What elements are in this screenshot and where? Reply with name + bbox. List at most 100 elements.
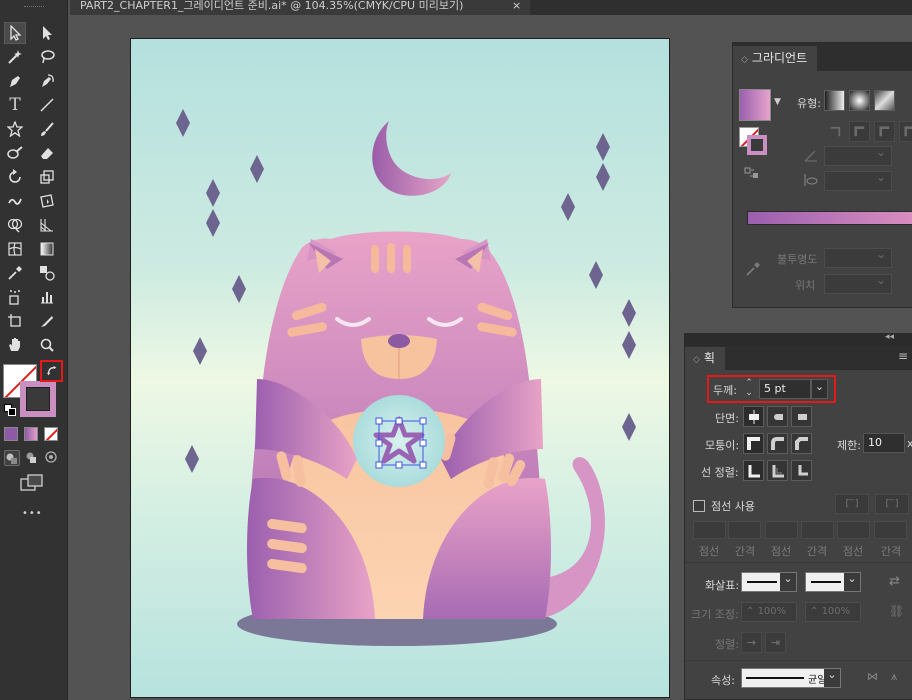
- eyedropper-icon[interactable]: [4, 262, 26, 284]
- align-inside-icon[interactable]: [767, 460, 788, 481]
- flip-along-icon[interactable]: ⋈: [867, 670, 878, 683]
- zoom-icon[interactable]: [36, 334, 58, 356]
- gap-field-1[interactable]: [728, 521, 761, 539]
- bevel-join-icon[interactable]: [791, 433, 812, 454]
- pen-icon[interactable]: [4, 70, 26, 92]
- gap-field-3[interactable]: [874, 521, 907, 539]
- symbol-sprayer-icon[interactable]: [4, 286, 26, 308]
- radial-gradient-icon[interactable]: [849, 90, 870, 111]
- stroke-panel-tab[interactable]: ◇ 획: [685, 347, 725, 370]
- toolbar-grip[interactable]: [24, 6, 44, 8]
- stroke-swatch[interactable]: [20, 381, 56, 417]
- rotate-icon[interactable]: [4, 166, 26, 188]
- gradient-location-field[interactable]: [824, 273, 892, 294]
- scale-icon[interactable]: [36, 166, 58, 188]
- screen-mode-icon[interactable]: [20, 474, 44, 492]
- swap-arrowheads-icon[interactable]: ⇄: [889, 574, 900, 589]
- gradient-aspect-field[interactable]: [824, 170, 892, 191]
- dash-preserve-icon[interactable]: [ ̄ ̄]: [835, 494, 869, 514]
- gradient-opacity-field[interactable]: [824, 247, 892, 268]
- mesh-icon[interactable]: [4, 238, 26, 260]
- projecting-cap-icon[interactable]: [791, 406, 812, 427]
- draw-inside-icon[interactable]: [44, 450, 60, 466]
- gap-field-2[interactable]: [801, 521, 834, 539]
- reverse-gradient-icon[interactable]: [744, 165, 760, 181]
- align-center-icon[interactable]: [743, 460, 764, 481]
- type-icon[interactable]: T: [4, 94, 26, 116]
- dash-field-1[interactable]: [693, 521, 726, 539]
- gradient-opacity-label: 불투명도: [777, 253, 818, 266]
- end-arrowhead-dropdown[interactable]: ⌄: [805, 572, 861, 592]
- dash-field-2[interactable]: [765, 521, 798, 539]
- stroke-gradient-across-icon[interactable]: [874, 121, 895, 142]
- warp-icon[interactable]: [4, 190, 26, 212]
- round-cap-icon[interactable]: [767, 406, 788, 427]
- stroke-panel-header: ◂◂: [685, 332, 912, 346]
- close-tab-icon[interactable]: ×: [512, 0, 521, 12]
- align-outside-icon[interactable]: [791, 460, 812, 481]
- color-mode-swatch[interactable]: [4, 427, 18, 441]
- stroke-gradient-within-icon[interactable]: [824, 121, 845, 142]
- default-colors-icon[interactable]: [4, 404, 16, 416]
- start-arrowhead-dropdown[interactable]: ⌄: [741, 572, 797, 592]
- butt-cap-icon[interactable]: [743, 406, 764, 427]
- artboard-icon[interactable]: [4, 310, 26, 332]
- miter-limit-field[interactable]: 10: [863, 433, 905, 453]
- arrow-extend-icon[interactable]: →: [741, 632, 762, 653]
- gradient-preview-swatch[interactable]: [739, 89, 771, 121]
- eraser-icon[interactable]: [36, 142, 58, 164]
- flip-across-icon[interactable]: ⩚: [891, 670, 897, 684]
- blend-icon[interactable]: [36, 262, 58, 284]
- end-scale-field[interactable]: ⌃ 100%: [805, 602, 861, 622]
- star-icon[interactable]: [4, 118, 26, 140]
- free-transform-icon[interactable]: [36, 190, 58, 212]
- document-tab[interactable]: PART2_CHAPTER1_그레이디언트 준비.ai* @ 104.35%(C…: [70, 0, 530, 15]
- miter-join-icon[interactable]: [743, 433, 764, 454]
- arrow-place-icon[interactable]: ⇥: [765, 632, 786, 653]
- gradient-panel-tab[interactable]: ◇ 그라디언트: [733, 46, 818, 71]
- gradient-panel: ◇그라디언트 ▼ 유형: 불투명도 위치: [732, 42, 912, 308]
- artboard[interactable]: [130, 38, 670, 698]
- dashed-line-checkbox[interactable]: [693, 500, 705, 512]
- gradient-preview-dropdown-icon[interactable]: ▼: [774, 97, 781, 107]
- curvature-icon[interactable]: [36, 70, 58, 92]
- stroke-gradient-along-icon[interactable]: [849, 121, 870, 142]
- stroke-gradient-across2-icon[interactable]: [899, 121, 912, 142]
- slice-icon[interactable]: [36, 310, 58, 332]
- shape-builder-icon[interactable]: [4, 214, 26, 236]
- link-scale-icon[interactable]: ⛓: [889, 604, 904, 618]
- gradient-angle-field[interactable]: [824, 145, 892, 166]
- collapse-panel-icon[interactable]: ◂◂: [885, 332, 894, 342]
- gradient-stroke-swatch[interactable]: [747, 135, 767, 155]
- perspective-grid-icon[interactable]: [36, 214, 58, 236]
- draw-behind-icon[interactable]: [24, 450, 40, 466]
- edit-toolbar-icon[interactable]: •••: [22, 508, 43, 519]
- dash-align-corners-icon[interactable]: [ ̄ ̄]: [875, 494, 909, 514]
- profile-dropdown[interactable]: 균일 ⌄: [741, 668, 841, 688]
- tools-panel: T •••: [0, 0, 68, 700]
- column-graph-icon[interactable]: [36, 286, 58, 308]
- round-join-icon[interactable]: [767, 433, 788, 454]
- blob-brush-icon[interactable]: [4, 142, 26, 164]
- none-mode-swatch[interactable]: [44, 427, 58, 441]
- dash-field-3[interactable]: [837, 521, 870, 539]
- arrow-align-label: 정렬:: [715, 638, 739, 651]
- selection-tool-icon[interactable]: [4, 22, 26, 44]
- start-scale-field[interactable]: ⌃ 100%: [741, 602, 797, 622]
- gradient-eyedropper-icon[interactable]: [745, 261, 761, 277]
- gradient-slider-bar[interactable]: [747, 211, 912, 225]
- draw-normal-icon[interactable]: [4, 450, 20, 466]
- paintbrush-icon[interactable]: [36, 118, 58, 140]
- linear-gradient-icon[interactable]: [824, 90, 845, 111]
- direct-selection-tool-icon[interactable]: [36, 22, 58, 44]
- gradient-icon[interactable]: [36, 238, 58, 260]
- gradient-mode-swatch[interactable]: [24, 427, 38, 441]
- line-icon[interactable]: [36, 94, 58, 116]
- stroke-panel-tabbar: ◇ 획 ≡: [685, 346, 912, 370]
- hand-icon[interactable]: [4, 334, 26, 356]
- gradient-angle-icon: [803, 147, 819, 163]
- lasso-icon[interactable]: [36, 46, 58, 68]
- freeform-gradient-icon[interactable]: [874, 90, 895, 111]
- panel-menu-icon[interactable]: ≡: [898, 349, 908, 363]
- magic-wand-icon[interactable]: [4, 46, 26, 68]
